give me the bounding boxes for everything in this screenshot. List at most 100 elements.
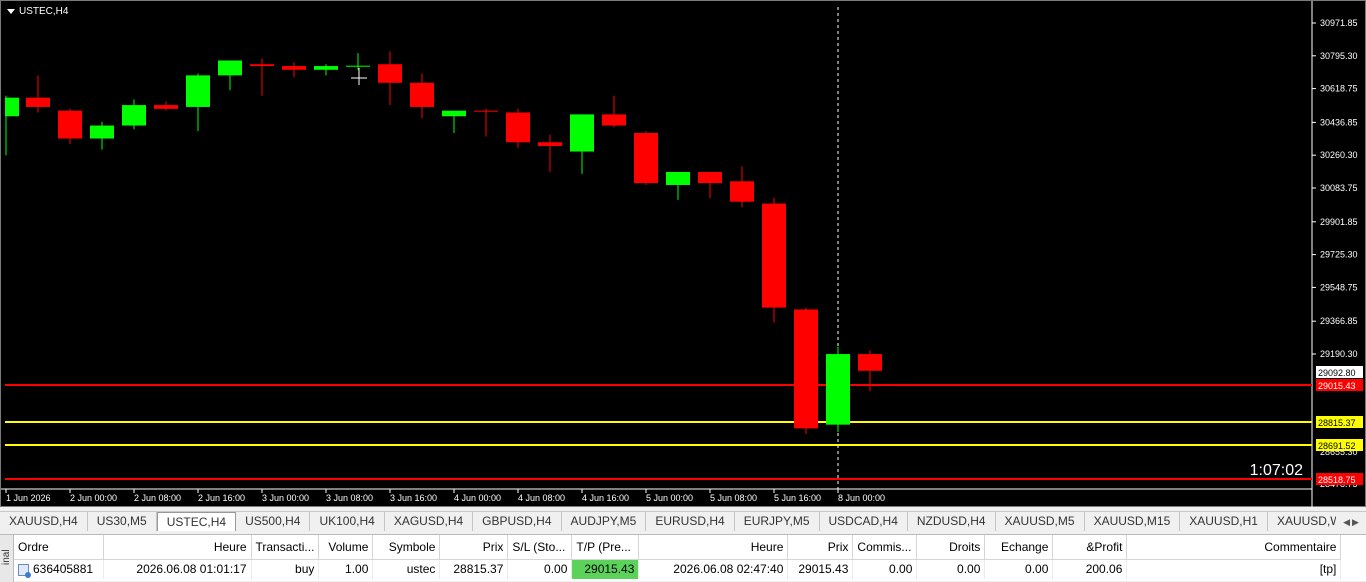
- bear-candle: [634, 132, 658, 184]
- tab-eurusd-h4[interactable]: EURUSD,H4: [646, 512, 735, 531]
- tab-us500-h4[interactable]: US500,H4: [236, 512, 311, 531]
- bear-candle: [282, 66, 306, 70]
- bear-candle: [762, 203, 786, 308]
- bull-candle: [442, 110, 466, 117]
- column-header[interactable]: Symbole: [372, 535, 441, 560]
- column-header[interactable]: Heure: [638, 535, 789, 560]
- terminal-panel: inal Ordre Heure Transacti... Volume Symbole…: [0, 534, 1366, 582]
- bull-candle: [826, 354, 850, 425]
- bear-candle: [506, 112, 530, 143]
- bull-candle: [570, 114, 594, 152]
- time-axis-label: 8 Jun 00:00: [838, 493, 885, 503]
- tab-uk100-h4[interactable]: UK100,H4: [310, 512, 385, 531]
- time-axis-label: 4 Jun 08:00: [518, 493, 565, 503]
- tab-xauusd-h4[interactable]: XAUUSD,H4: [0, 512, 88, 531]
- scroll-right-icon[interactable]: ▶: [1352, 517, 1359, 528]
- bear-candle: [58, 110, 82, 139]
- column-header[interactable]: Prix: [787, 535, 854, 560]
- trade-history-table: Ordre Heure Transacti... Volume Symbole Prix S…: [14, 535, 1342, 579]
- symbol-timeframe-text: USTEC,H4: [19, 6, 69, 17]
- bull-candle: [218, 60, 242, 76]
- time-axis-label: 2 Jun 16:00: [198, 493, 245, 503]
- time-axis-label: 3 Jun 16:00: [390, 493, 437, 503]
- current-price-label: 29092.80: [1318, 368, 1356, 378]
- column-header[interactable]: Prix: [439, 535, 509, 560]
- bull-candle: [346, 65, 370, 67]
- scroll-left-icon[interactable]: ◀: [1343, 517, 1350, 528]
- bear-candle: [538, 142, 562, 146]
- tab-ustec-h4[interactable]: USTEC,H4: [156, 512, 237, 531]
- tab-scroll-arrows[interactable]: ◀ ▶: [1336, 512, 1366, 531]
- cell-prix-current: 29015.43: [787, 559, 854, 579]
- bull-candle: [122, 105, 146, 126]
- column-header[interactable]: T/P (Pre...: [571, 535, 640, 560]
- price-axis-label: 29366.85: [1320, 316, 1358, 326]
- tab-audjpy-m5[interactable]: AUDJPY,M5: [562, 512, 647, 531]
- level-price-label: 28518.75: [1318, 475, 1356, 485]
- bear-candle: [154, 105, 178, 109]
- time-axis-label: 2 Jun 08:00: [134, 493, 181, 503]
- bar-countdown-timer: 1:07:02: [1250, 462, 1303, 479]
- tab-xauusd-m15[interactable]: XAUUSD,M15: [1085, 512, 1181, 531]
- column-header[interactable]: Volume: [318, 535, 374, 560]
- tab-nzdusd-h4[interactable]: NZDUSD,H4: [908, 512, 996, 531]
- chart-canvas[interactable]: 30971.85 30795.30 30618.75 30436.85 30260.30…: [1, 1, 1366, 508]
- cell-tp: 29015.43: [571, 559, 640, 579]
- bear-candle: [794, 309, 818, 429]
- price-axis-label: 29190.30: [1320, 349, 1358, 359]
- cell-symbole: ustec: [372, 559, 441, 579]
- cell-heure-current: 2026.06.08 02:47:40: [638, 559, 789, 579]
- tab-us30-m5[interactable]: US30,M5: [88, 512, 157, 531]
- column-header[interactable]: Echange: [984, 535, 1054, 560]
- table-header-row: Ordre Heure Transacti... Volume Symbole Prix S…: [14, 535, 1342, 560]
- price-axis-label: 30971.85: [1320, 18, 1358, 28]
- bull-candle: [186, 75, 210, 107]
- time-axis-label: 2 Jun 00:00: [70, 493, 117, 503]
- column-header[interactable]: S/L (Sto...: [507, 535, 573, 560]
- bear-candle: [250, 64, 274, 67]
- time-axis-label: 3 Jun 00:00: [262, 493, 309, 503]
- terminal-side-tab[interactable]: inal: [0, 535, 14, 582]
- column-header[interactable]: Heure: [103, 535, 252, 560]
- chart-symbol-label[interactable]: USTEC,H4: [7, 6, 68, 17]
- tab-usdcad-h4[interactable]: USDCAD,H4: [820, 512, 908, 531]
- bear-candle: [378, 64, 402, 83]
- tab-xauusd-m5[interactable]: XAUUSD,M5: [996, 512, 1085, 531]
- bear-candle: [698, 171, 722, 184]
- time-axis-label: 5 Jun 16:00: [774, 493, 821, 503]
- bear-candle: [26, 97, 50, 107]
- column-header[interactable]: Commentaire: [1126, 535, 1342, 560]
- price-axis-label: 30260.30: [1320, 150, 1358, 160]
- price-axis-label: 29901.85: [1320, 217, 1358, 227]
- cell-volume: 1.00: [318, 559, 374, 579]
- tab-xauusd-h1[interactable]: XAUUSD,H1: [1180, 512, 1268, 531]
- cell-sl: 0.00: [507, 559, 573, 579]
- tab-xagusd-h4[interactable]: XAGUSD,H4: [385, 512, 474, 531]
- bull-candle: [666, 171, 690, 185]
- cell-echange: 0.00: [984, 559, 1054, 579]
- column-header[interactable]: Droits: [916, 535, 986, 560]
- order-icon: [18, 564, 31, 579]
- bull-candle: [314, 66, 338, 70]
- cell-commission: 0.00: [852, 559, 918, 579]
- price-chart[interactable]: 30971.85 30795.30 30618.75 30436.85 30260.30…: [0, 0, 1366, 508]
- column-header[interactable]: Commis...: [852, 535, 918, 560]
- column-header[interactable]: Transacti...: [251, 535, 320, 560]
- table-row[interactable]: 636405881 2026.06.08 01:01:17 buy 1.00 u…: [14, 559, 1342, 579]
- time-axis-label: 3 Jun 08:00: [326, 493, 373, 503]
- column-header[interactable]: Ordre: [14, 535, 104, 560]
- tab-gbpusd-h4[interactable]: GBPUSD,H4: [473, 512, 562, 531]
- price-axis-label: 29725.30: [1320, 250, 1358, 260]
- price-axis-label: 30083.75: [1320, 183, 1358, 193]
- tab-eurjpy-m5[interactable]: EURJPY,M5: [735, 512, 820, 531]
- chart-tabs-bar: XAUUSD,H4 US30,M5 USTEC,H4 US500,H4 UK100,H4…: [0, 511, 1366, 531]
- bear-candle: [730, 181, 754, 202]
- level-price-label: 28691.52: [1318, 441, 1356, 451]
- time-axis-label: 1 Jun 2026: [6, 493, 51, 503]
- level-price-label: 28815.37: [1318, 418, 1356, 428]
- cell-droits: 0.00: [916, 559, 986, 579]
- cell-prix-open: 28815.37: [439, 559, 509, 579]
- column-header[interactable]: &Profit: [1052, 535, 1128, 560]
- price-axis-label: 30436.85: [1320, 117, 1358, 127]
- dropdown-triangle-icon[interactable]: [7, 9, 15, 14]
